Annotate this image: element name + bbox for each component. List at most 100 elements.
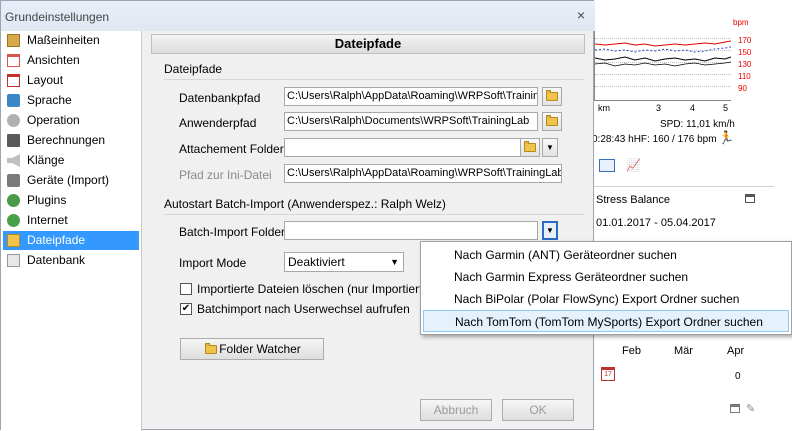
folder-watcher-label: Folder Watcher xyxy=(219,342,301,356)
globe-icon xyxy=(7,214,20,227)
menu-item-bipolar[interactable]: Nach BiPolar (Polar FlowSync) Export Ord… xyxy=(423,288,789,310)
section-title-batch: Autostart Batch-Import (Anwenderspez.: R… xyxy=(164,197,446,211)
nav-item-label: Klänge xyxy=(27,153,65,167)
database-path-label: Datenbankpfad xyxy=(179,91,261,105)
browse-user-button[interactable] xyxy=(542,112,562,131)
stress-balance-title: Stress Balance xyxy=(596,194,670,206)
database-path-field[interactable]: C:\Users\Ralph\AppData\Roaming\WRPSoft\T… xyxy=(284,87,538,106)
bpm-tick: 130 xyxy=(738,60,752,69)
hr-lines xyxy=(595,40,731,67)
browse-attachment-button[interactable] xyxy=(520,138,540,157)
import-mode-label: Import Mode xyxy=(179,256,247,270)
nav-item-datenbank[interactable]: Datenbank xyxy=(3,251,139,270)
zero-value: 0 xyxy=(735,371,741,382)
nav-item-geraete[interactable]: Geräte (Import) xyxy=(3,171,139,190)
bpm-axis-label: bpm xyxy=(733,18,749,27)
bpm-tick: 90 xyxy=(738,84,747,93)
nav-item-dateipfade[interactable]: Dateipfade xyxy=(3,231,139,250)
x-axis-tick: 4 xyxy=(690,103,696,113)
folder-icon xyxy=(546,115,558,126)
plugin-icon xyxy=(7,194,20,207)
chart-line-icon[interactable]: 📈 xyxy=(626,158,641,172)
menu-item-tomtom[interactable]: Nach TomTom (TomTom MySports) Export Ord… xyxy=(423,310,789,332)
section-title-paths: Dateipfade xyxy=(164,62,223,76)
language-icon xyxy=(7,94,20,107)
bpm-tick: 150 xyxy=(738,48,752,57)
nav-item-label: Operation xyxy=(27,113,80,127)
date-range: 01.01.2017 - 05.04.2017 xyxy=(596,217,716,229)
userchange-import-checkbox[interactable]: ✔ xyxy=(180,303,192,315)
view-icon xyxy=(7,54,20,67)
userchange-import-label: Batchimport nach Userwechsel aufrufen xyxy=(197,302,410,316)
nav-item-internet[interactable]: Internet xyxy=(3,211,139,230)
calendar-icon[interactable]: 17 xyxy=(601,367,615,381)
nav-item-berechnungen[interactable]: Berechnungen xyxy=(3,131,139,150)
nav-item-masseinheiten[interactable]: Maßeinheiten xyxy=(3,31,139,50)
cancel-button[interactable]: Abbruch xyxy=(420,399,492,421)
panel-header: Dateipfade xyxy=(151,34,585,54)
title-bar[interactable]: Grundeinstellungen × xyxy=(1,1,595,31)
ruler-icon xyxy=(7,34,20,47)
runner-icon[interactable]: 🏃 xyxy=(718,130,734,146)
layout-icon xyxy=(7,74,20,87)
ok-button[interactable]: OK xyxy=(502,399,574,421)
menu-item-garmin-ant[interactable]: Nach Garmin (ANT) Geräteordner suchen xyxy=(423,244,789,266)
dialog-title: Grundeinstellungen xyxy=(5,10,110,24)
nav-item-plugins[interactable]: Plugins xyxy=(3,191,139,210)
delete-imported-label: Importierte Dateien löschen (nur Importi… xyxy=(197,282,434,296)
nav-item-label: Datenbank xyxy=(27,253,86,267)
heart-rate-chart xyxy=(594,28,731,101)
nav-item-layout[interactable]: Layout xyxy=(3,71,139,90)
nav-item-label: Layout xyxy=(27,73,64,87)
nav-item-label: Sprache xyxy=(27,93,72,107)
nav-item-label: Internet xyxy=(27,213,68,227)
browse-database-button[interactable] xyxy=(542,87,562,106)
maximize-icon[interactable] xyxy=(745,194,755,203)
batch-folder-field[interactable] xyxy=(284,221,538,240)
folder-watcher-button[interactable]: Folder Watcher xyxy=(180,338,324,360)
nav-item-operation[interactable]: Operation xyxy=(3,111,139,130)
folder-icon xyxy=(546,90,558,101)
import-mode-value: Deaktiviert xyxy=(288,255,345,269)
settings-nav: Maßeinheiten Ansichten Layout Sprache Op… xyxy=(1,31,142,431)
menu-item-garmin-express[interactable]: Nach Garmin Express Geräteordner suchen xyxy=(423,266,789,288)
attachment-dropdown-button[interactable]: ▼ xyxy=(542,138,558,157)
close-icon[interactable]: × xyxy=(573,7,589,23)
bpm-tick: 110 xyxy=(738,72,751,81)
batch-folder-label: Batch-Import Folder xyxy=(179,225,286,239)
x-axis-unit: km xyxy=(598,103,610,113)
month-label: Apr xyxy=(727,345,745,357)
list-view-icon[interactable] xyxy=(599,159,615,172)
nav-item-sprache[interactable]: Sprache xyxy=(3,91,139,110)
database-icon xyxy=(7,254,20,267)
month-label: Mär xyxy=(674,345,693,357)
nav-item-label: Ansichten xyxy=(27,53,80,67)
folder-icon xyxy=(205,343,217,354)
nav-item-label: Maßeinheiten xyxy=(27,33,100,47)
user-path-field[interactable]: C:\Users\Ralph\Documents\WRPSoft\Trainin… xyxy=(284,112,538,131)
import-mode-select[interactable]: Deaktiviert ▼ xyxy=(284,252,404,272)
ini-path-field[interactable]: C:\Users\Ralph\AppData\Roaming\WRPSoft\T… xyxy=(284,164,562,183)
folder-icon xyxy=(7,234,20,247)
device-icon xyxy=(7,174,20,187)
nav-item-label: Berechnungen xyxy=(27,133,106,147)
x-axis-tick: 5 xyxy=(723,103,729,113)
nav-item-label: Plugins xyxy=(27,193,67,207)
batch-folder-menu: Nach Garmin (ANT) Geräteordner suchen Na… xyxy=(420,241,792,335)
settings-dialog: Grundeinstellungen × Maßeinheiten Ansich… xyxy=(0,0,595,431)
wrench-icon xyxy=(7,114,20,127)
batch-folder-dropdown-button[interactable]: ▼ xyxy=(542,221,558,240)
nav-item-label: Dateipfade xyxy=(27,233,86,247)
month-label: Feb xyxy=(622,345,641,357)
folder-icon xyxy=(524,141,536,152)
nav-item-ansichten[interactable]: Ansichten xyxy=(3,51,139,70)
attachment-folder-field[interactable] xyxy=(284,138,538,157)
settings-icon[interactable]: ✎ xyxy=(746,402,755,415)
x-axis-tick: 3 xyxy=(656,103,662,113)
attachment-folder-label: Attachement Folder xyxy=(179,142,284,156)
chevron-down-icon: ▼ xyxy=(390,257,399,267)
calculator-icon xyxy=(7,134,20,147)
delete-imported-checkbox[interactable] xyxy=(180,283,192,295)
window-icon[interactable] xyxy=(730,404,740,413)
nav-item-klaenge[interactable]: Klänge xyxy=(3,151,139,170)
